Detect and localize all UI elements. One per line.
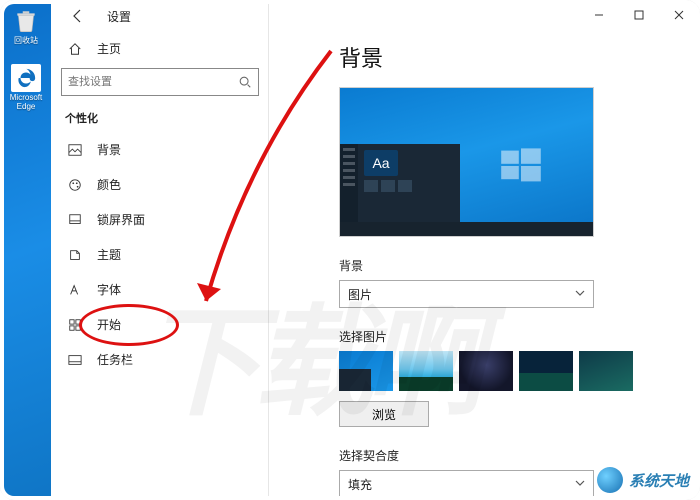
edge-shortcut[interactable]: Microsoft Edge bbox=[9, 64, 43, 112]
back-button[interactable] bbox=[67, 5, 89, 27]
fit-select[interactable]: 填充 bbox=[339, 470, 594, 498]
edge-label: Microsoft Edge bbox=[9, 94, 43, 112]
preview-accent-tile: Aa bbox=[364, 150, 398, 176]
recycle-bin-label: 回收站 bbox=[14, 37, 38, 46]
background-preview: Aa bbox=[339, 87, 594, 237]
window-close-button[interactable] bbox=[659, 1, 699, 29]
sidebar-item-label: 颜色 bbox=[97, 176, 121, 193]
taskbar-icon bbox=[67, 352, 83, 368]
settings-window: 设置 主页 个性化 背景 颜色 锁屏界面 bbox=[51, 1, 700, 500]
watermark-text: 系统天地 bbox=[629, 470, 689, 491]
picture-thumbnail[interactable] bbox=[519, 351, 573, 391]
windows-logo-icon bbox=[499, 144, 543, 193]
picture-thumbnail[interactable] bbox=[399, 351, 453, 391]
settings-sidebar: 设置 主页 个性化 背景 颜色 锁屏界面 bbox=[51, 1, 269, 500]
browse-button[interactable]: 浏览 bbox=[339, 401, 429, 427]
select-value: 填充 bbox=[348, 476, 372, 493]
sidebar-item-label: 背景 bbox=[97, 141, 121, 158]
window-app-title: 设置 bbox=[107, 8, 131, 25]
picture-thumbnail-row bbox=[339, 351, 700, 391]
home-nav[interactable]: 主页 bbox=[51, 33, 268, 64]
themes-icon bbox=[67, 247, 83, 263]
browse-button-label: 浏览 bbox=[372, 406, 396, 423]
sidebar-item-lockscreen[interactable]: 锁屏界面 bbox=[51, 202, 268, 237]
fit-label: 选择契合度 bbox=[339, 447, 700, 464]
sidebar-item-start[interactable]: 开始 bbox=[51, 307, 268, 342]
home-icon bbox=[67, 41, 83, 57]
sidebar-item-label: 任务栏 bbox=[97, 351, 133, 368]
edge-icon bbox=[11, 64, 41, 92]
lockscreen-icon bbox=[67, 212, 83, 228]
sidebar-item-label: 主题 bbox=[97, 246, 121, 263]
choose-picture-label: 选择图片 bbox=[339, 328, 700, 345]
sidebar-item-fonts[interactable]: 字体 bbox=[51, 272, 268, 307]
watermark-globe-icon bbox=[597, 467, 623, 493]
picture-thumbnail[interactable] bbox=[459, 351, 513, 391]
window-maximize-button[interactable] bbox=[619, 1, 659, 29]
chevron-down-icon bbox=[575, 477, 585, 491]
site-watermark: 系统天地 bbox=[597, 467, 689, 493]
page-title: 背景 bbox=[339, 41, 700, 73]
search-input[interactable] bbox=[62, 70, 230, 94]
start-icon bbox=[67, 317, 83, 333]
sidebar-item-label: 锁屏界面 bbox=[97, 211, 145, 228]
desktop-background: 回收站 Microsoft Edge bbox=[1, 1, 51, 500]
home-label: 主页 bbox=[97, 40, 121, 57]
sidebar-category: 个性化 bbox=[51, 102, 268, 132]
sidebar-item-themes[interactable]: 主题 bbox=[51, 237, 268, 272]
picture-thumbnail[interactable] bbox=[579, 351, 633, 391]
select-value: 图片 bbox=[348, 286, 372, 303]
recycle-bin-icon bbox=[11, 7, 41, 35]
palette-icon bbox=[67, 177, 83, 193]
font-icon bbox=[67, 282, 83, 298]
search-icon bbox=[238, 75, 252, 94]
sidebar-item-background[interactable]: 背景 bbox=[51, 132, 268, 167]
sidebar-item-label: 开始 bbox=[97, 316, 121, 333]
chevron-down-icon bbox=[575, 287, 585, 301]
sidebar-item-taskbar[interactable]: 任务栏 bbox=[51, 342, 268, 377]
preview-taskbar bbox=[340, 222, 593, 236]
settings-content: 背景 Aa 背景 图片 选择图片 bbox=[269, 29, 700, 500]
recycle-bin-shortcut[interactable]: 回收站 bbox=[9, 7, 43, 46]
sidebar-item-colors[interactable]: 颜色 bbox=[51, 167, 268, 202]
background-type-select[interactable]: 图片 bbox=[339, 280, 594, 308]
preview-start-menu: Aa bbox=[340, 144, 460, 222]
picture-icon bbox=[67, 142, 83, 158]
settings-search[interactable] bbox=[61, 68, 259, 96]
background-section-label: 背景 bbox=[339, 257, 700, 274]
window-minimize-button[interactable] bbox=[579, 1, 619, 29]
picture-thumbnail[interactable] bbox=[339, 351, 393, 391]
sidebar-item-label: 字体 bbox=[97, 281, 121, 298]
